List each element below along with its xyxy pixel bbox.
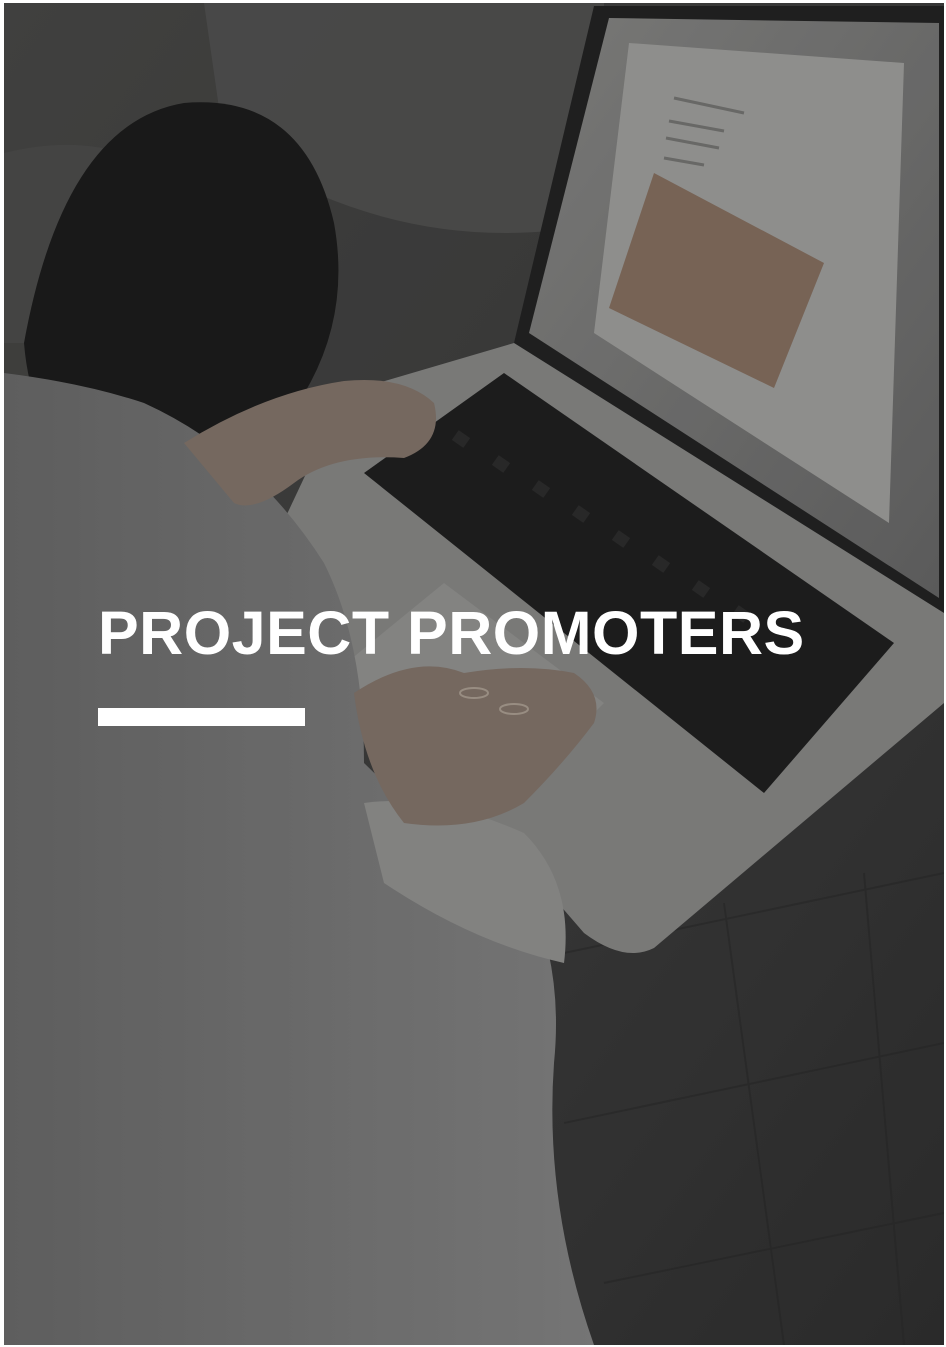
title-underline-bar [98, 708, 305, 726]
dark-overlay [4, 3, 944, 1345]
page-title: PROJECT PROMOTERS [98, 599, 805, 667]
cover-page: PROJECT PROMOTERS [4, 3, 944, 1345]
